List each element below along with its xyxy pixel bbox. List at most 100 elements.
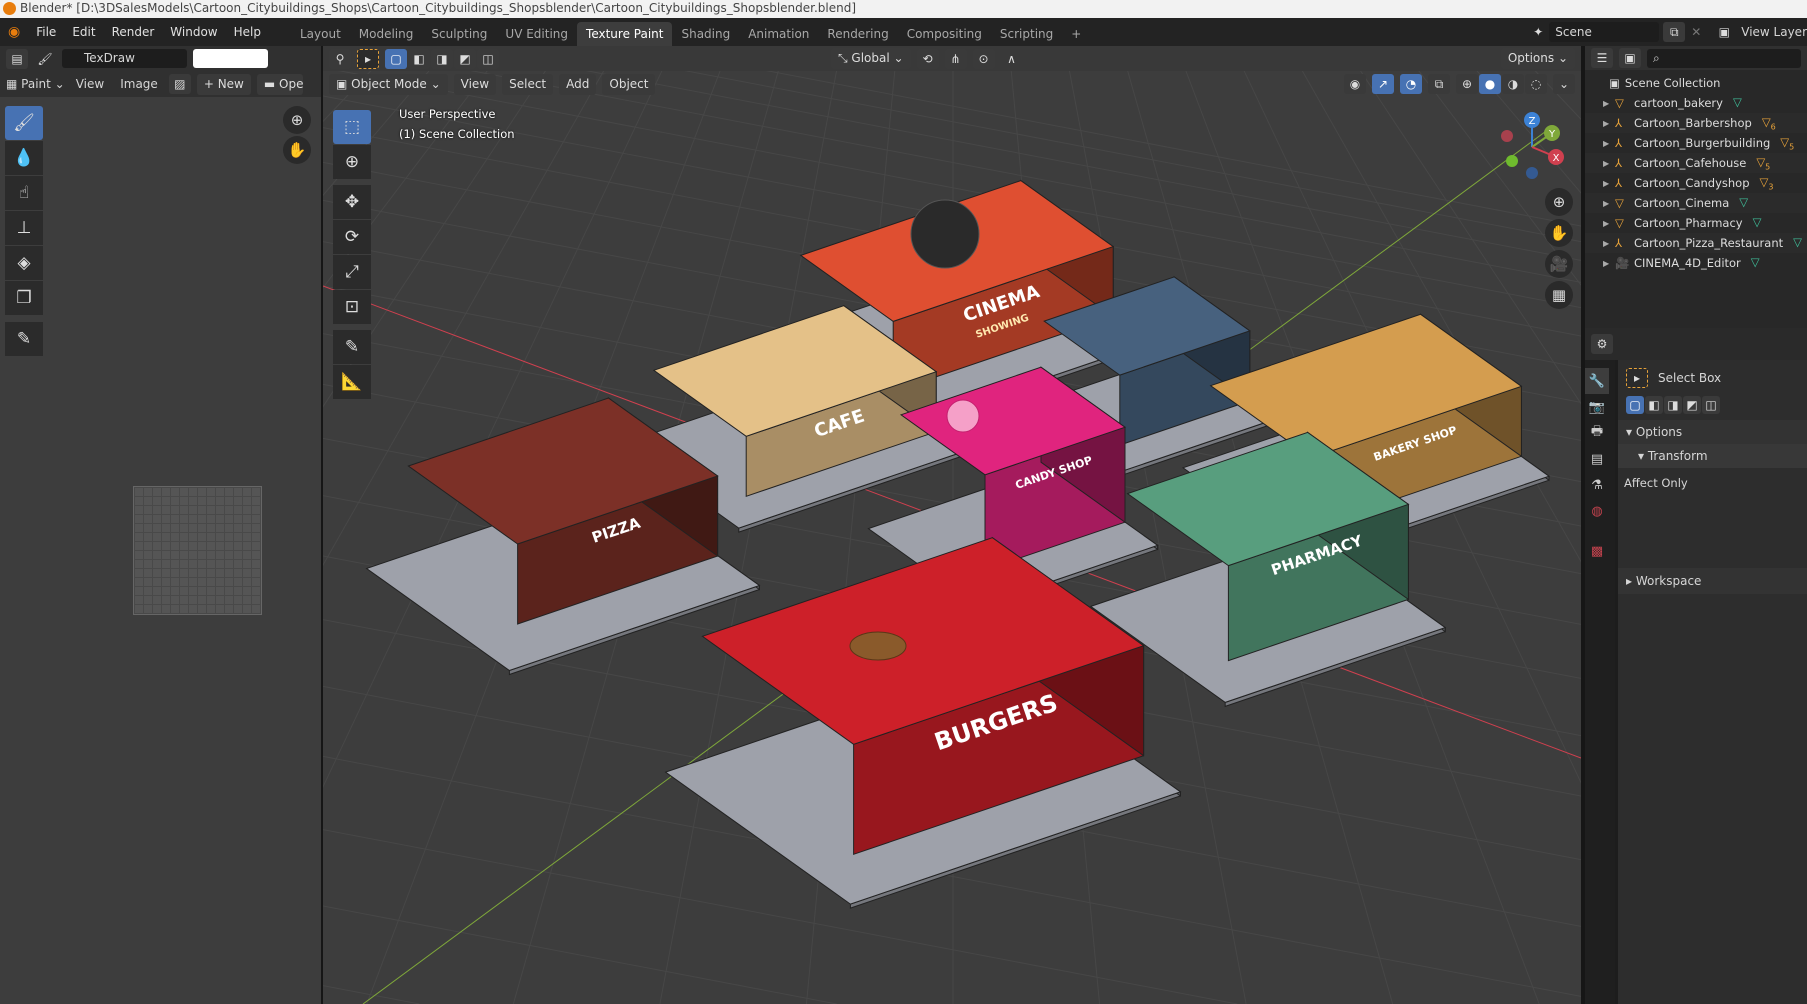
child-mesh-icon[interactable]: ▽5 xyxy=(1756,155,1770,171)
outliner-item[interactable]: ▶ ⅄ Cartoon_Barbershop ▽6 xyxy=(1585,113,1807,133)
3d-viewport[interactable]: CINEMA SHOWING CAFE BAKERY SHOP CANDY SHOP PI… xyxy=(323,46,1581,1004)
menu-select[interactable]: Select xyxy=(502,73,554,95)
select-box-icon[interactable]: ⬚ xyxy=(333,110,371,144)
menu-object[interactable]: Object xyxy=(602,73,656,95)
draw-tool-icon[interactable]: 🖌 xyxy=(5,106,43,140)
tab-texture-paint[interactable]: Texture Paint xyxy=(577,22,673,46)
visibility-icon[interactable]: ◉ xyxy=(1344,74,1366,94)
texture-tab-icon[interactable]: ▩ xyxy=(1585,538,1609,564)
menu-render[interactable]: Render xyxy=(104,18,163,46)
mode-invert-icon[interactable]: ◩ xyxy=(454,48,476,69)
perspective-grid-icon[interactable]: ▦ xyxy=(1545,281,1573,309)
options-panel-toggle[interactable]: ▾ Options xyxy=(1618,420,1807,444)
display-mode-icon[interactable]: ☰ xyxy=(1591,48,1613,68)
pan-hand-icon[interactable]: ✋ xyxy=(1545,219,1573,247)
outliner-item[interactable]: ▶ ▽ Cartoon_Cinema ▽ xyxy=(1585,193,1807,213)
mode-subtract-icon[interactable]: ◨ xyxy=(1664,396,1682,414)
gizmo-neg-z[interactable] xyxy=(1526,167,1538,179)
mesh-data-icon[interactable]: ▽ xyxy=(1793,235,1802,251)
expand-arrow-icon[interactable]: ▶ xyxy=(1603,139,1615,148)
expand-arrow-icon[interactable]: ▶ xyxy=(1603,179,1615,188)
mesh-data-icon[interactable]: ▽ xyxy=(1739,195,1748,211)
falloff-icon[interactable]: ∧ xyxy=(1001,49,1023,69)
menu-file[interactable]: File xyxy=(28,18,64,46)
xray-toggle-icon[interactable]: ⧉ xyxy=(1428,74,1450,94)
tab-layout[interactable]: Layout xyxy=(291,22,350,46)
select-box-tool-icon[interactable]: ▸ xyxy=(1626,368,1648,388)
outliner-item[interactable]: ▶ ▽ cartoon_bakery ▽ xyxy=(1585,93,1807,113)
tool-tab-icon[interactable]: 🔧 xyxy=(1585,368,1609,394)
expand-arrow-icon[interactable]: ▶ xyxy=(1603,219,1615,228)
tab-shading[interactable]: Shading xyxy=(672,22,739,46)
expand-arrow-icon[interactable]: ▶ xyxy=(1603,259,1615,268)
smear-tool-icon[interactable]: ☝ xyxy=(5,176,43,210)
view-layer-name[interactable]: View Layer xyxy=(1735,25,1807,39)
transform-orientation-dropdown[interactable]: ⤡ Global ⌄ xyxy=(831,48,911,69)
select-box-tool-icon[interactable]: ▸ xyxy=(357,48,379,69)
rendered-shading-icon[interactable]: ◌ xyxy=(1525,74,1547,94)
scene-selector-icon[interactable]: ✦ xyxy=(1527,22,1549,42)
mode-extend-icon[interactable]: ◧ xyxy=(408,48,430,69)
workspace-panel-toggle[interactable]: ▸ Workspace xyxy=(1618,568,1807,594)
scale-tool-icon[interactable]: ⤢ xyxy=(333,255,371,289)
snap-icon[interactable]: ⋔ xyxy=(944,48,967,69)
mode-new-icon[interactable]: ▢ xyxy=(1626,396,1644,414)
output-tab-icon[interactable]: 🖶 xyxy=(1585,420,1609,446)
editor-type-icon[interactable]: ▤ xyxy=(6,48,28,69)
tab-uv-editing[interactable]: UV Editing xyxy=(496,22,577,46)
zoom-icon[interactable]: ⊕ xyxy=(283,106,311,134)
scene-tab-icon[interactable]: ⚗ xyxy=(1585,472,1609,498)
menu-image[interactable]: Image xyxy=(115,77,163,91)
expand-arrow-icon[interactable]: ▶ xyxy=(1603,199,1615,208)
tab-animation[interactable]: Animation xyxy=(739,22,818,46)
expand-arrow-icon[interactable]: ▶ xyxy=(1603,159,1615,168)
menu-view[interactable]: View xyxy=(71,77,109,91)
brush-icon[interactable]: 🖌 xyxy=(34,49,56,69)
gizmo-toggle-icon[interactable]: ↗ xyxy=(1372,74,1394,94)
navigation-gizmo[interactable]: Z Y X xyxy=(1490,105,1570,185)
outliner-item[interactable]: ▶ ⅄ Cartoon_Cafehouse ▽5 xyxy=(1585,153,1807,173)
mode-subtract-icon[interactable]: ◨ xyxy=(431,48,453,69)
outliner-item[interactable]: ▶ ⅄ Cartoon_Pizza_Restaurant ▽ xyxy=(1585,233,1807,253)
move-tool-icon[interactable]: ✥ xyxy=(333,185,371,219)
transform-subpanel-toggle[interactable]: ▾ Transform xyxy=(1618,444,1807,468)
expand-arrow-icon[interactable]: ▶ xyxy=(1603,239,1615,248)
transform-tool-icon[interactable]: ⊡ xyxy=(333,290,371,324)
pivot-point-icon[interactable]: ⟲ xyxy=(916,48,939,69)
menu-help[interactable]: Help xyxy=(226,18,269,46)
mask-tool-icon[interactable]: ❐ xyxy=(5,281,43,315)
brush-name-field[interactable]: TexDraw xyxy=(62,49,187,68)
mesh-data-icon[interactable]: ▽ xyxy=(1733,95,1742,111)
view-layer-icon[interactable]: ▣ xyxy=(1713,22,1735,42)
options-dropdown[interactable]: Options ⌄ xyxy=(1500,48,1575,69)
tab-scripting[interactable]: Scripting xyxy=(991,22,1062,46)
cursor-tool-icon[interactable]: ⊕ xyxy=(333,145,371,179)
new-scene-icon[interactable]: ⧉ xyxy=(1663,22,1686,42)
shading-options-icon[interactable]: ⌄ xyxy=(1553,74,1575,94)
scene-name-field[interactable]: Scene xyxy=(1549,22,1660,42)
filter-icon[interactable]: ▣ xyxy=(1619,48,1641,68)
menu-view[interactable]: View xyxy=(453,73,497,95)
menu-edit[interactable]: Edit xyxy=(64,18,103,46)
overlays-toggle-icon[interactable]: ◔ xyxy=(1400,74,1422,94)
tab-sculpting[interactable]: Sculpting xyxy=(422,22,496,46)
mode-invert-icon[interactable]: ◩ xyxy=(1683,396,1701,414)
mode-intersect-icon[interactable]: ◫ xyxy=(477,48,499,69)
outliner-scene-collection[interactable]: ▣ Scene Collection xyxy=(1585,73,1807,93)
pan-hand-icon[interactable]: ✋ xyxy=(283,136,311,164)
zoom-icon[interactable]: ⊕ xyxy=(1545,188,1573,216)
view-layer-tab-icon[interactable]: ▤ xyxy=(1585,446,1609,472)
proportional-edit-icon[interactable]: ⊙ xyxy=(972,48,995,69)
tool-settings-icon[interactable]: ⚲ xyxy=(329,48,351,69)
expand-arrow-icon[interactable]: ▶ xyxy=(1603,99,1615,108)
render-tab-icon[interactable]: 📷 xyxy=(1585,394,1609,420)
mesh-data-icon[interactable]: ▽ xyxy=(1753,215,1762,231)
mode-intersect-icon[interactable]: ◫ xyxy=(1702,396,1720,414)
camera-view-icon[interactable]: 🎥 xyxy=(1545,250,1573,278)
outliner-item[interactable]: ▶ 🎥 CINEMA_4D_Editor ▽ xyxy=(1585,253,1807,273)
brush-color-swatch[interactable] xyxy=(193,49,268,68)
outliner-item[interactable]: ▶ ⅄ Cartoon_Candyshop ▽3 xyxy=(1585,173,1807,193)
add-workspace-button[interactable]: + xyxy=(1062,22,1090,46)
solid-shading-icon[interactable]: ● xyxy=(1479,74,1501,94)
tab-modeling[interactable]: Modeling xyxy=(350,22,423,46)
